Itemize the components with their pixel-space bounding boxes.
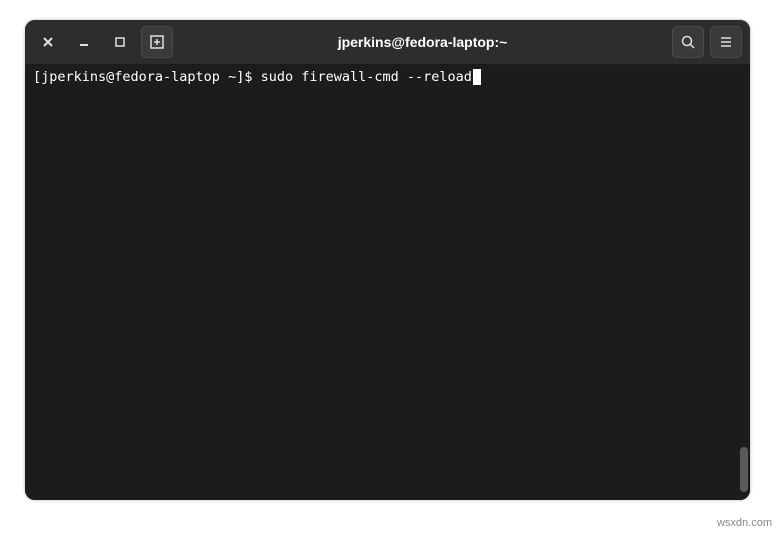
watermark: wsxdn.com: [717, 517, 772, 529]
new-tab-icon: [149, 34, 165, 50]
shell-prompt: [jperkins@fedora-laptop ~]$: [33, 69, 261, 85]
command-text: sudo firewall-cmd --reload: [261, 69, 472, 85]
scrollbar-thumb[interactable]: [740, 447, 748, 492]
cursor: [473, 69, 481, 85]
window-title: jperkins@fedora-laptop:~: [179, 34, 666, 50]
hamburger-menu-icon: [718, 34, 734, 50]
close-button[interactable]: [33, 27, 63, 57]
minimize-icon: [78, 36, 90, 48]
terminal-line: [jperkins@fedora-laptop ~]$ sudo firewal…: [33, 69, 742, 87]
new-tab-button[interactable]: [141, 26, 173, 58]
minimize-button[interactable]: [69, 27, 99, 57]
titlebar-left-controls: [33, 26, 173, 58]
maximize-button[interactable]: [105, 27, 135, 57]
terminal-window: jperkins@fedora-laptop:~ [jperkins@fedor…: [25, 20, 750, 500]
maximize-icon: [114, 36, 126, 48]
menu-button[interactable]: [710, 26, 742, 58]
search-icon: [680, 34, 696, 50]
titlebar: jperkins@fedora-laptop:~: [25, 20, 750, 65]
close-icon: [42, 36, 54, 48]
titlebar-right-controls: [672, 26, 742, 58]
search-button[interactable]: [672, 26, 704, 58]
terminal-body[interactable]: [jperkins@fedora-laptop ~]$ sudo firewal…: [25, 65, 750, 500]
